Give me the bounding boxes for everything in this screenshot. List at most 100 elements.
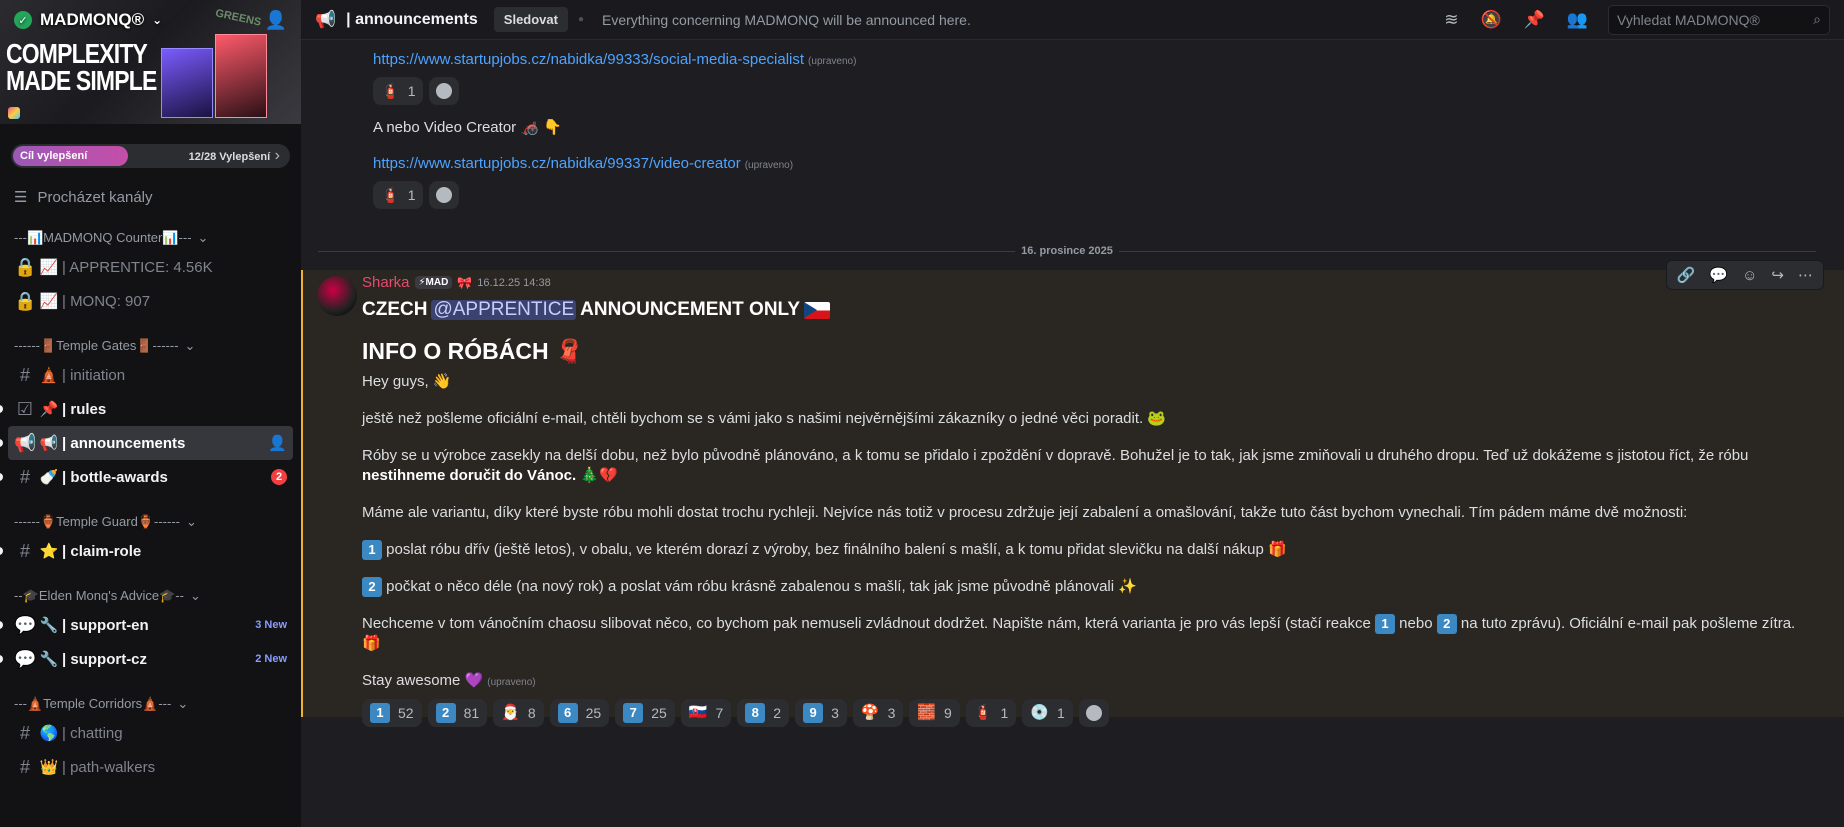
- server-sidebar: ✓ MADMONQ® ⌄ 👤 COMPLEXITY MADE SIMPLE GR…: [0, 0, 301, 827]
- thread-icon[interactable]: 💬: [1709, 266, 1728, 284]
- czech-flag-icon: [804, 301, 831, 319]
- add-reaction-button[interactable]: [1078, 699, 1109, 727]
- link-icon[interactable]: 🔗: [1677, 266, 1696, 284]
- reaction-pill[interactable]: 🎅 8: [493, 699, 544, 727]
- more-icon[interactable]: ⋯: [1798, 266, 1813, 284]
- hash-icon: #: [19, 364, 30, 385]
- separator-dot: ●: [577, 14, 585, 25]
- channel-rules[interactable]: ☑ 📌 | rules: [0, 392, 293, 426]
- channel-chatting[interactable]: # 🌎 | chatting: [8, 716, 293, 750]
- paragraph: ještě než pošleme oficiální e-mail, chtě…: [362, 410, 1167, 427]
- reaction-pill[interactable]: 🧯 1: [965, 699, 1017, 727]
- pin-icon[interactable]: 📌: [1524, 10, 1545, 30]
- timestamp: 16.12.25 14:38: [477, 276, 551, 289]
- add-reaction-button[interactable]: [429, 77, 460, 105]
- channel-support-en[interactable]: 💬 🔧 | support-en 3 New: [0, 608, 293, 642]
- reaction-pill[interactable]: 2 81: [427, 699, 488, 727]
- job-link-social[interactable]: https://www.startupjobs.cz/nabidka/99333…: [373, 51, 804, 68]
- reaction-pill[interactable]: 🍄 3: [852, 699, 904, 727]
- category-temple-guard[interactable]: ------🏺Temple Guard🏺------ ⌄: [0, 510, 301, 534]
- option-one: 1 poslat róbu dřív (ještě letos), v obal…: [362, 540, 1804, 560]
- channel-path-walkers[interactable]: # 👑 | path-walkers: [8, 750, 293, 784]
- job-link-video[interactable]: https://www.startupjobs.cz/nabidka/99337…: [373, 155, 741, 172]
- channel-apprentice[interactable]: 🔒 📈 | APPRENTICE: 4.56K: [8, 250, 293, 284]
- channel-announcements[interactable]: 📢 📢 | announcements 👤: [0, 426, 293, 460]
- reaction-pill[interactable]: 93: [795, 699, 847, 727]
- add-reaction-icon[interactable]: ☺: [1742, 267, 1757, 284]
- previous-message: https://www.startupjobs.cz/nabidka/99333…: [373, 51, 856, 209]
- paragraph: Máme ale variantu, díky které byste róbu…: [362, 504, 1688, 521]
- reaction-emoji: 7: [623, 703, 644, 723]
- reaction-emoji: 🎅: [501, 704, 520, 721]
- mute-bell-icon[interactable]: 🔕: [1480, 10, 1501, 30]
- browse-icon: ☰: [14, 189, 28, 206]
- category-advice[interactable]: --🎓Elden Monq's Advice🎓-- ⌄: [0, 584, 301, 608]
- forum-icon: 💬: [14, 648, 37, 669]
- reaction-count: 8: [527, 705, 536, 721]
- category-counter[interactable]: ---📊MADMONQ Counter📊--- ⌄: [0, 226, 301, 250]
- forward-icon[interactable]: ↪: [1771, 266, 1784, 284]
- mention-badge: 2: [271, 469, 287, 485]
- hash-icon: #: [19, 722, 30, 743]
- chevron-down-icon: ⌄: [185, 514, 197, 529]
- author-name[interactable]: Sharka: [362, 274, 410, 291]
- browse-channels[interactable]: ☰ Procházet kanály: [0, 182, 301, 212]
- heading-czech: INFO O RÓBÁCH 🧣: [362, 338, 584, 364]
- hash-icon: #: [19, 540, 30, 561]
- reaction-count: 3: [831, 705, 839, 721]
- invite-icon[interactable]: 👤: [268, 434, 287, 452]
- channel-bottle-awards[interactable]: # 🍼 | bottle-awards 2: [0, 460, 293, 494]
- role-icon: 🎀: [457, 275, 473, 290]
- channel-support-cz[interactable]: 💬 🔧 | support-cz 2 New: [0, 642, 293, 676]
- server-banner[interactable]: ✓ MADMONQ® ⌄ 👤 COMPLEXITY MADE SIMPLE GR…: [0, 0, 301, 124]
- threads-icon[interactable]: ≋: [1444, 10, 1458, 30]
- smile-icon: [436, 187, 453, 203]
- reaction-emoji: 💿: [1030, 704, 1050, 721]
- reaction-emoji: 2: [435, 703, 456, 723]
- channel-topic[interactable]: Everything concerning MADMONQ will be an…: [602, 12, 971, 28]
- channel-claim-role[interactable]: # ⭐ | claim-role: [0, 534, 293, 568]
- reaction-pill[interactable]: 🧯 1: [373, 77, 424, 105]
- new-badge: 2 New: [255, 653, 287, 665]
- reaction-pill[interactable]: 1 52: [362, 699, 422, 727]
- reaction-emoji: 1: [370, 703, 390, 723]
- announcement-icon: 📢: [14, 432, 37, 453]
- search-input[interactable]: Vyhledat MADMONQ® ⌕: [1608, 4, 1830, 35]
- search-icon: ⌕: [1813, 11, 1821, 27]
- paragraph: Róby se u výrobce zasekly na delší dobu,…: [362, 447, 1749, 484]
- reaction-emoji: 🇸🇰: [688, 704, 708, 721]
- reaction-pill[interactable]: 7 25: [615, 699, 675, 727]
- chevron-down-icon: ⌄: [152, 13, 163, 27]
- message-list: https://www.startupjobs.cz/nabidka/99333…: [301, 40, 1844, 827]
- channel-initiation[interactable]: # 🛕 | initiation: [8, 358, 293, 392]
- reaction-pill[interactable]: 6 25: [549, 699, 610, 727]
- reaction-pill[interactable]: 82: [737, 699, 790, 727]
- brand-logo-icon: [8, 107, 20, 119]
- category-temple-gates[interactable]: ------🚪Temple Gates🚪------ ⌄: [0, 334, 301, 358]
- heading-english: CZECH @APPRENTICE ANNOUNCEMENT ONLY: [362, 296, 1804, 324]
- reaction-pill[interactable]: 💿 1: [1022, 699, 1073, 727]
- members-icon[interactable]: 👥: [1567, 10, 1588, 30]
- reaction-count: 1: [1000, 705, 1009, 721]
- boost-progress[interactable]: Cíl vylepšení 12/28 Vylepšení ›: [11, 144, 290, 168]
- reaction-count: 52: [398, 705, 414, 721]
- server-tag[interactable]: ⚡MAD: [414, 276, 453, 289]
- highlighted-message[interactable]: Sharka ⚡MAD 🎀 16.12.25 14:38 🔗 💬 ☺ ↪ ⋯ C…: [301, 260, 1844, 727]
- reaction-pill[interactable]: 🧱 9: [909, 699, 960, 727]
- follow-button[interactable]: Sledovat: [493, 7, 568, 32]
- reaction-emoji: 🧱: [917, 704, 937, 721]
- sign-off: Stay awesome 💜 (upraveno): [362, 672, 536, 689]
- avatar[interactable]: [317, 276, 357, 316]
- boost-label: Cíl vylepšení: [13, 146, 128, 166]
- server-header[interactable]: ✓ MADMONQ® ⌄: [14, 10, 162, 30]
- server-name: MADMONQ®: [40, 10, 145, 29]
- reaction-pill[interactable]: 🇸🇰 7: [680, 699, 732, 727]
- channel-title: | announcements: [346, 10, 478, 28]
- category-temple-corridors[interactable]: ---🛕Temple Corridors🛕--- ⌄: [0, 692, 301, 716]
- role-mention[interactable]: @APPRENTICE: [431, 300, 577, 320]
- channel-monq[interactable]: 🔒 📈 | MONQ: 907: [8, 284, 293, 318]
- add-reaction-button[interactable]: [429, 181, 460, 209]
- reaction-pill[interactable]: 🧯 1: [373, 181, 424, 209]
- extinguisher-icon: 🧯: [381, 83, 400, 100]
- reaction-count: 9: [944, 705, 952, 721]
